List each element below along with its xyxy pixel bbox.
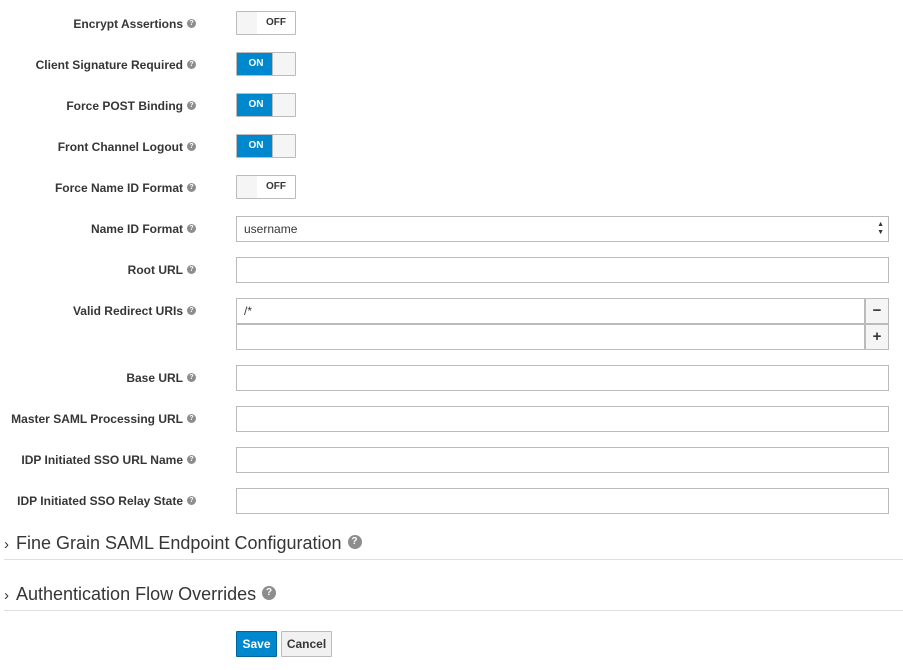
save-button[interactable]: Save: [236, 631, 277, 657]
force-name-id-format-toggle[interactable]: OFF: [236, 175, 296, 199]
master-saml-url-input[interactable]: [236, 406, 889, 432]
help-icon[interactable]: ?: [187, 101, 196, 111]
help-icon[interactable]: ?: [187, 224, 196, 234]
select-arrows-icon: ▲ ▼: [877, 221, 884, 236]
root-url-label: Root URL?: [128, 257, 196, 283]
redirect-uri-new-input[interactable]: [236, 324, 865, 350]
idp-sso-url-name-label: IDP Initiated SSO URL Name?: [21, 447, 196, 473]
base-url-label: Base URL?: [126, 365, 196, 391]
force-post-binding-toggle[interactable]: ON: [236, 93, 296, 117]
idp-sso-relay-state-label: IDP Initiated SSO Relay State?: [17, 488, 196, 514]
help-icon[interactable]: ?: [187, 414, 196, 424]
encrypt-assertions-toggle[interactable]: OFF: [236, 11, 296, 35]
cancel-button[interactable]: Cancel: [281, 631, 332, 657]
add-uri-button[interactable]: +: [865, 324, 889, 350]
root-url-input[interactable]: [236, 257, 889, 283]
front-channel-logout-label: Front Channel Logout?: [58, 134, 196, 160]
front-channel-logout-toggle[interactable]: ON: [236, 134, 296, 158]
help-icon[interactable]: ?: [187, 142, 196, 152]
help-icon[interactable]: ?: [187, 19, 196, 29]
force-post-binding-label: Force POST Binding?: [66, 93, 196, 119]
idp-sso-relay-state-input[interactable]: [236, 488, 889, 514]
client-signature-label: Client Signature Required?: [36, 52, 196, 78]
help-icon[interactable]: ?: [187, 183, 196, 193]
redirect-uri-input[interactable]: /*: [236, 298, 865, 324]
section-title: Authentication Flow Overrides: [16, 584, 257, 604]
help-icon[interactable]: ?: [187, 455, 196, 465]
auth-flow-section-header[interactable]: › Authentication Flow Overrides?: [4, 577, 903, 611]
help-icon[interactable]: ?: [187, 265, 196, 275]
encrypt-assertions-label: Encrypt Assertions?: [73, 11, 196, 37]
force-name-id-format-label: Force Name ID Format?: [55, 175, 196, 201]
chevron-right-icon: ›: [4, 536, 9, 553]
help-icon[interactable]: ?: [187, 373, 196, 383]
help-icon[interactable]: ?: [187, 306, 196, 316]
base-url-input[interactable]: [236, 365, 889, 391]
help-icon[interactable]: ?: [262, 586, 277, 601]
remove-uri-button[interactable]: −: [865, 298, 889, 324]
valid-redirect-uris-label: Valid Redirect URIs?: [73, 298, 196, 324]
name-id-format-label: Name ID Format?: [91, 216, 196, 242]
master-saml-url-label: Master SAML Processing URL?: [11, 406, 196, 432]
chevron-right-icon: ›: [4, 587, 9, 604]
idp-sso-url-name-input[interactable]: [236, 447, 889, 473]
help-icon[interactable]: ?: [347, 535, 362, 550]
name-id-format-select[interactable]: username ▲ ▼: [236, 216, 889, 242]
client-signature-toggle[interactable]: ON: [236, 52, 296, 76]
fine-grain-section-header[interactable]: › Fine Grain SAML Endpoint Configuration…: [4, 526, 903, 560]
help-icon[interactable]: ?: [187, 60, 196, 70]
section-title: Fine Grain SAML Endpoint Configuration: [16, 533, 342, 553]
help-icon[interactable]: ?: [187, 496, 196, 506]
